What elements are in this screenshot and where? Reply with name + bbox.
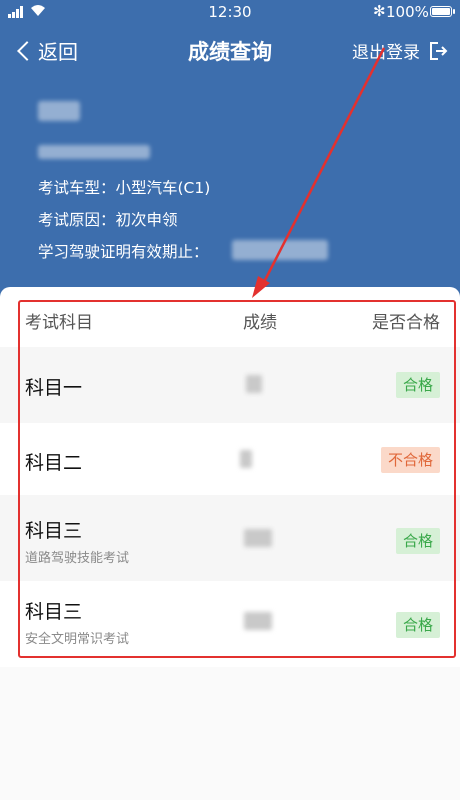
status-badge: 合格 [395,372,440,398]
battery-icon [430,6,452,17]
score-redacted [246,375,262,393]
back-button[interactable]: 返回 [14,36,78,65]
car-type-text: 考试车型：小型汽车(C1) [38,179,211,197]
table-row[interactable]: 科目二 不合格 [0,423,460,495]
status-badge: 不合格 [380,447,440,473]
score-redacted [244,529,272,547]
table-row[interactable]: 科目一 合格 [0,347,460,423]
logout-button[interactable]: 退出登录 [352,38,448,63]
status-badge: 合格 [395,612,440,638]
nav-bar: 返回 成绩查询 退出登录 [0,28,460,72]
battery-percent: 100% [386,3,429,21]
status-badge: 合格 [395,528,440,554]
redacted-name [38,101,80,121]
exam-reason-text: 考试原因：初次申领 [38,211,178,229]
logout-label: 退出登录 [352,43,420,63]
back-label: 返回 [38,40,78,64]
redacted-date [232,240,328,260]
row-subject: 科目一 [25,377,83,399]
bluetooth-icon: ✻ [373,2,386,20]
table-row[interactable]: 科目三 安全文明常识考试 合格 [0,581,460,661]
empty-area [0,667,460,800]
row-detail: 道路驾驶技能考试 [25,551,130,566]
row-subject: 科目三 [25,601,83,623]
score-redacted [240,450,252,468]
redacted-id [38,145,150,159]
row-detail: 安全文明常识考试 [25,632,130,647]
chevron-left-icon [17,40,37,61]
table-header: 考试科目 成绩 是否合格 [0,287,460,347]
table-row[interactable]: 科目三 道路驾驶技能考试 合格 [0,495,460,581]
score-redacted [244,612,272,630]
logout-icon [428,41,448,61]
header-panel: 12:30 ✻ 100% 返回 成绩查询 退出登录 考试车型：小型汽车(C1) … [0,0,460,300]
results-card: 考试科目 成绩 是否合格 科目一 合格 科目二 不合格 科目三 道路驾驶技能考试… [0,287,460,667]
header-passed: 是否合格 [372,313,440,333]
license-valid-label: 学习驾驶证明有效期止： [38,243,209,261]
row-subject: 科目三 [25,520,83,542]
battery-tip [453,9,455,14]
status-bar: 12:30 ✻ 100% [0,0,460,24]
row-subject: 科目二 [25,452,83,474]
